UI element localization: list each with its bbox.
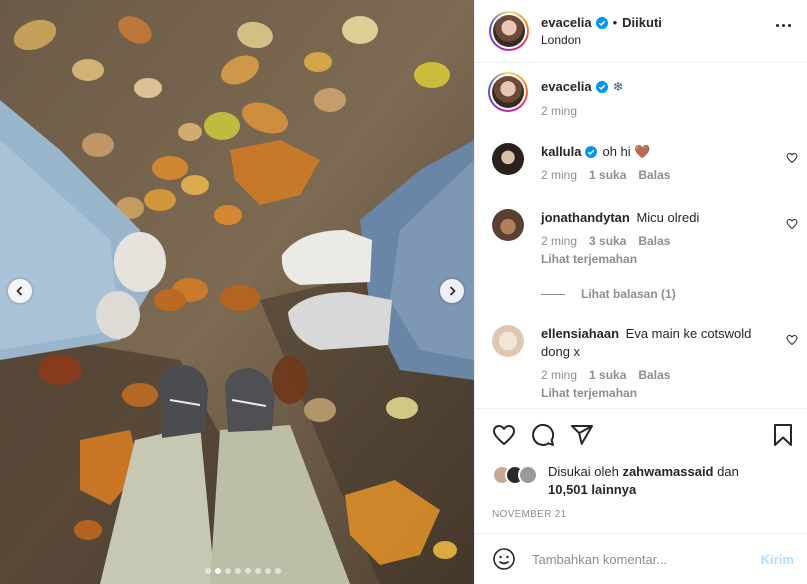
view-replies-label: Lihat balasan (1) — [581, 287, 676, 301]
carousel-dot-active — [215, 568, 221, 574]
caption-username[interactable]: evacelia — [541, 78, 592, 96]
commenter-avatar[interactable] — [492, 209, 524, 241]
comment-username[interactable]: jonathandytan — [541, 210, 630, 225]
comment-time[interactable]: 2 ming — [541, 168, 577, 182]
comment-text: Micu olredi — [636, 210, 700, 225]
view-replies-button[interactable]: Lihat balasan (1) — [541, 287, 676, 301]
carousel-indicator — [205, 568, 281, 574]
comment-like-heart-icon[interactable] — [786, 218, 798, 230]
photo-scene — [0, 0, 474, 584]
chevron-left-icon — [16, 286, 23, 296]
carousel-next-button[interactable] — [440, 279, 464, 303]
post-actions: Disukai oleh zahwamassaid dan 10,501 lai… — [475, 408, 807, 533]
caption-author-avatar[interactable] — [488, 72, 528, 112]
comment-like-heart-icon[interactable] — [786, 152, 798, 164]
carousel-dot — [265, 568, 271, 574]
comment-reply-button[interactable]: Balas — [638, 234, 670, 248]
liker-username[interactable]: zahwamassaid — [622, 464, 713, 479]
post-comment-button[interactable]: Kirim — [761, 552, 794, 567]
chevron-right-icon — [449, 286, 456, 296]
likes-joiner: dan — [717, 464, 739, 479]
likers-avatars[interactable] — [492, 463, 542, 485]
comment-like-count[interactable]: 1 suka — [589, 168, 626, 182]
likes-prefix: Disukai oleh — [548, 464, 619, 479]
author-avatar[interactable] — [489, 11, 529, 51]
comment-like-count[interactable]: 3 suka — [589, 234, 626, 248]
comment-like-heart-icon[interactable] — [786, 334, 798, 346]
header-separator: • — [612, 15, 618, 30]
comment-reply-button[interactable]: Balas — [638, 368, 670, 382]
post-date[interactable]: NOVEMBER 21 — [492, 509, 566, 520]
heart-icon[interactable] — [492, 423, 516, 447]
post-sidebar: evacelia • Diikuti London evacelia ❄ 2 m… — [474, 0, 807, 584]
carousel-dot — [225, 568, 231, 574]
comment-input[interactable] — [532, 551, 742, 567]
post-header: evacelia • Diikuti London — [475, 0, 807, 63]
caption-text: ❄ — [612, 79, 624, 94]
comment-icon[interactable] — [531, 423, 555, 447]
verified-icon — [595, 81, 608, 93]
carousel-dot — [235, 568, 241, 574]
comment-time[interactable]: 2 ming — [541, 368, 577, 382]
likes-count-link[interactable]: 10,501 lainnya — [548, 482, 636, 497]
more-options-button[interactable] — [776, 24, 791, 27]
bookmark-icon[interactable] — [771, 423, 795, 447]
commenter-avatar[interactable] — [492, 143, 524, 175]
comment-like-count[interactable]: 1 suka — [589, 368, 626, 382]
comment-username[interactable]: kallula — [541, 143, 581, 161]
post-photo[interactable] — [0, 0, 474, 584]
follow-status-button[interactable]: Diikuti — [622, 15, 662, 30]
likes-summary: Disukai oleh zahwamassaid dan 10,501 lai… — [492, 463, 739, 499]
post-location[interactable]: London — [541, 33, 662, 47]
see-translation-link[interactable]: Lihat terjemahan — [541, 386, 773, 400]
carousel-dot — [205, 568, 211, 574]
post-modal: evacelia • Diikuti London evacelia ❄ 2 m… — [0, 0, 807, 584]
see-translation-link[interactable]: Lihat terjemahan — [541, 252, 773, 266]
carousel-dot — [275, 568, 281, 574]
comment-time[interactable]: 2 ming — [541, 234, 577, 248]
verified-icon — [585, 146, 598, 158]
carousel-dot — [255, 568, 261, 574]
commenter-avatar[interactable] — [492, 325, 524, 357]
emoji-icon[interactable] — [492, 547, 516, 571]
comment-text: oh hi 🤎 — [602, 144, 651, 159]
share-icon[interactable] — [570, 423, 594, 447]
comment-reply-button[interactable]: Balas — [638, 168, 670, 182]
author-username[interactable]: evacelia — [541, 15, 592, 30]
carousel-prev-button[interactable] — [8, 279, 32, 303]
add-comment-bar: Kirim — [475, 533, 807, 584]
comment-username[interactable]: ellensiahaan — [541, 326, 619, 341]
caption-time[interactable]: 2 ming — [541, 104, 577, 118]
carousel-dot — [245, 568, 251, 574]
comments-list: evacelia ❄ 2 ming kallula oh hi 🤎 2 ming… — [475, 64, 807, 408]
verified-icon — [595, 16, 608, 29]
